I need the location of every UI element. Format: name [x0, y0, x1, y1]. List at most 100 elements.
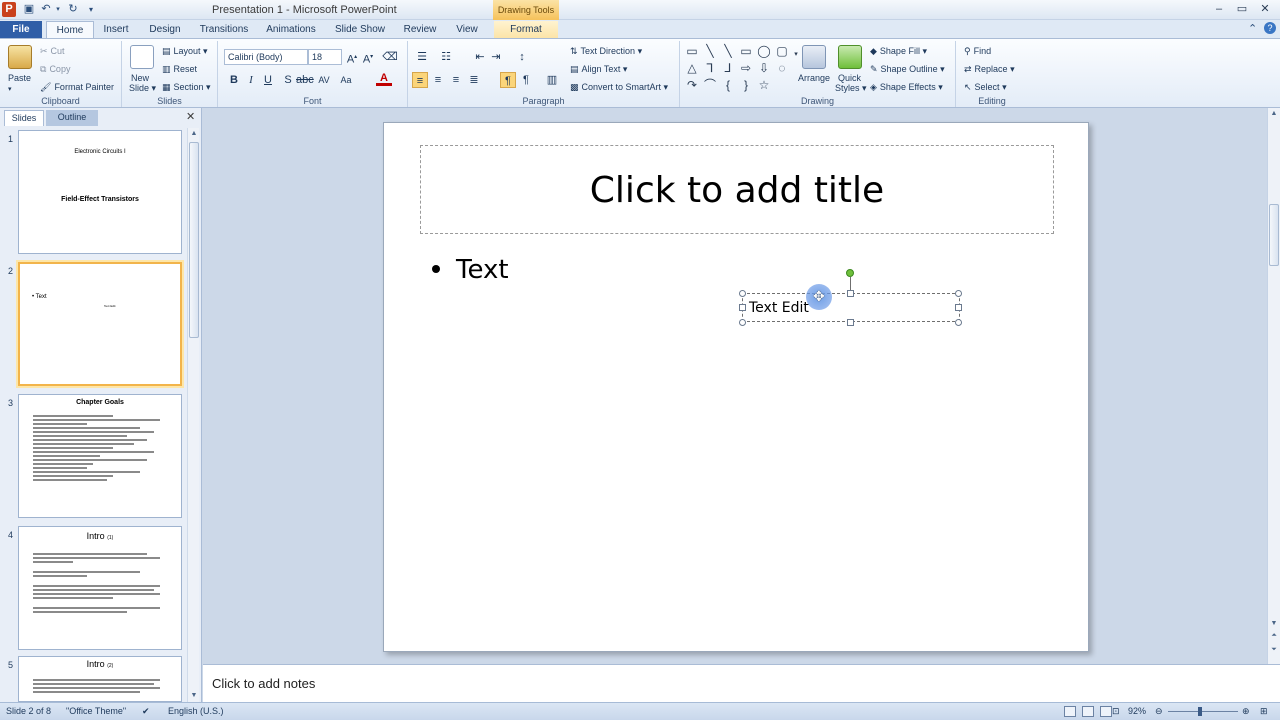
- selected-textbox[interactable]: Text Edit: [742, 293, 960, 322]
- justify-icon[interactable]: ≣: [466, 72, 482, 88]
- tab-transitions[interactable]: Transitions: [198, 21, 250, 39]
- scroll-down-icon[interactable]: ▼: [188, 692, 200, 699]
- resize-handle-se[interactable]: [955, 319, 962, 326]
- align-text-button[interactable]: ▤ Align Text ▾: [570, 64, 627, 75]
- slide-counter[interactable]: Slide 2 of 8: [6, 706, 51, 716]
- align-left-icon[interactable]: ≡: [412, 72, 428, 88]
- triangle-shape-icon[interactable]: △: [684, 60, 700, 76]
- bold-icon[interactable]: B: [226, 72, 242, 88]
- tab-insert[interactable]: Insert: [100, 21, 132, 39]
- zoom-out-icon[interactable]: ⊖: [1155, 706, 1163, 717]
- increase-indent-icon[interactable]: ⇥: [488, 49, 504, 65]
- arrange-icon[interactable]: [802, 45, 826, 69]
- reset-button[interactable]: ▥ Reset: [162, 64, 197, 75]
- close-window-icon[interactable]: ✕: [1254, 2, 1276, 16]
- normal-view-icon[interactable]: [1064, 706, 1076, 717]
- minimize-icon[interactable]: –: [1208, 2, 1230, 16]
- scrollbar-thumb[interactable]: [189, 142, 199, 338]
- notes-placeholder[interactable]: Click to add notes: [212, 676, 315, 691]
- resize-handle-ne[interactable]: [955, 290, 962, 297]
- shape-effects-button[interactable]: ◈ Shape Effects ▾: [870, 82, 943, 93]
- scroll-up-icon[interactable]: ▲: [1268, 110, 1280, 117]
- tab-view[interactable]: View: [454, 21, 480, 39]
- tab-file[interactable]: File: [0, 21, 42, 39]
- rectangle-shape-icon[interactable]: ▭: [738, 43, 754, 59]
- section-button[interactable]: ▦ Section ▾: [162, 82, 211, 93]
- arc-shape-icon[interactable]: ⌒: [702, 77, 718, 93]
- spellcheck-icon[interactable]: ✔: [142, 706, 150, 717]
- replace-button[interactable]: ⇄ Replace ▾: [964, 64, 1015, 75]
- change-case-icon[interactable]: Aa: [338, 72, 354, 88]
- new-slide-button-line2[interactable]: Slide ▾: [129, 83, 156, 94]
- line2-shape-icon[interactable]: ╲: [720, 43, 736, 59]
- redo-icon[interactable]: ↻: [66, 2, 80, 17]
- paste-button[interactable]: Paste: [8, 73, 31, 83]
- elbow-shape-icon[interactable]: ⅂: [702, 60, 718, 76]
- slide-thumbnail-2[interactable]: • Text Text Edit: [18, 262, 182, 386]
- tab-slides[interactable]: Slides: [4, 110, 44, 126]
- fit-to-window-icon[interactable]: ⊞: [1260, 706, 1268, 717]
- paste-icon[interactable]: [8, 45, 32, 69]
- rotation-handle[interactable]: [846, 269, 854, 277]
- numbering-icon[interactable]: ☷: [438, 49, 454, 65]
- elbow2-shape-icon[interactable]: ⅃: [720, 60, 736, 76]
- font-name-combo[interactable]: Calibri (Body): [224, 49, 308, 65]
- scrollbar-thumb[interactable]: [1269, 204, 1279, 266]
- maximize-icon[interactable]: ▭: [1231, 2, 1253, 16]
- resize-handle-w[interactable]: [739, 304, 746, 311]
- align-center-icon[interactable]: ≡: [430, 72, 446, 88]
- new-slide-button[interactable]: New: [131, 73, 149, 83]
- textbox-text[interactable]: Text Edit: [749, 300, 809, 316]
- find-button[interactable]: ⚲ Find: [964, 46, 991, 57]
- tab-slide-show[interactable]: Slide Show: [334, 21, 386, 39]
- resize-handle-e[interactable]: [955, 304, 962, 311]
- select-button[interactable]: ↖ Select ▾: [964, 82, 1007, 93]
- slide-sorter-icon[interactable]: [1082, 706, 1094, 717]
- slide[interactable]: Click to add title Text Text Edit ✥: [383, 122, 1089, 652]
- shadow-icon[interactable]: S: [280, 72, 296, 88]
- brace-right-shape-icon[interactable]: }: [738, 77, 754, 93]
- rtl-icon[interactable]: ¶: [518, 72, 534, 88]
- paste-dropdown-icon[interactable]: ▾: [8, 85, 12, 93]
- previous-slide-icon[interactable]: ⏶: [1268, 632, 1280, 640]
- star-shape-icon[interactable]: ☆: [756, 77, 772, 93]
- tab-review[interactable]: Review: [402, 21, 438, 39]
- close-pane-icon[interactable]: ✕: [186, 110, 195, 123]
- text-direction-button[interactable]: ⇅ Text Direction ▾: [570, 46, 642, 57]
- bullets-icon[interactable]: ☰: [414, 49, 430, 65]
- strikethrough-icon[interactable]: abc: [296, 72, 314, 88]
- new-slide-icon[interactable]: [130, 45, 154, 69]
- columns-icon[interactable]: ▥: [544, 72, 560, 88]
- next-slide-icon[interactable]: ⏷: [1268, 646, 1280, 654]
- shape-fill-button[interactable]: ◆ Shape Fill ▾: [870, 46, 927, 57]
- body-bullet[interactable]: Text: [432, 255, 509, 285]
- line-shape-icon[interactable]: ╲: [702, 43, 718, 59]
- shape-outline-button[interactable]: ✎ Shape Outline ▾: [870, 64, 945, 75]
- copy-button[interactable]: ⧉ Copy: [40, 64, 70, 75]
- italic-icon[interactable]: I: [243, 72, 259, 88]
- minimize-ribbon-icon[interactable]: ⌃: [1248, 22, 1257, 35]
- notes-pane[interactable]: Click to add notes: [203, 664, 1280, 702]
- slide-thumbnail-5[interactable]: Intro (2): [18, 656, 182, 702]
- resize-handle-sw[interactable]: [739, 319, 746, 326]
- slide-thumbnail-4[interactable]: Intro (1): [18, 526, 182, 650]
- quick-styles-button-line2[interactable]: Styles ▾: [835, 83, 867, 94]
- title-placeholder[interactable]: Click to add title: [420, 145, 1054, 234]
- theme-name[interactable]: "Office Theme": [66, 706, 126, 716]
- tab-outline[interactable]: Outline: [46, 110, 98, 126]
- arrange-button[interactable]: Arrange: [798, 73, 830, 83]
- customize-toolbar-icon[interactable]: ▾: [84, 2, 98, 17]
- tab-animations[interactable]: Animations: [264, 21, 318, 39]
- decrease-indent-icon[interactable]: ⇤: [472, 49, 488, 65]
- slide-show-icon[interactable]: ⊡: [1112, 706, 1120, 717]
- textbox-shape-icon[interactable]: ▭: [684, 43, 700, 59]
- help-icon[interactable]: ?: [1264, 22, 1276, 34]
- tab-home[interactable]: Home: [46, 21, 94, 39]
- resize-handle-n[interactable]: [847, 290, 854, 297]
- save-icon[interactable]: ▣: [22, 2, 36, 17]
- resize-handle-nw[interactable]: [739, 290, 746, 297]
- line-spacing-icon[interactable]: ↕: [514, 49, 530, 65]
- brace-left-shape-icon[interactable]: {: [720, 77, 736, 93]
- arrow-right-shape-icon[interactable]: ⇨: [738, 60, 754, 76]
- resize-handle-s[interactable]: [847, 319, 854, 326]
